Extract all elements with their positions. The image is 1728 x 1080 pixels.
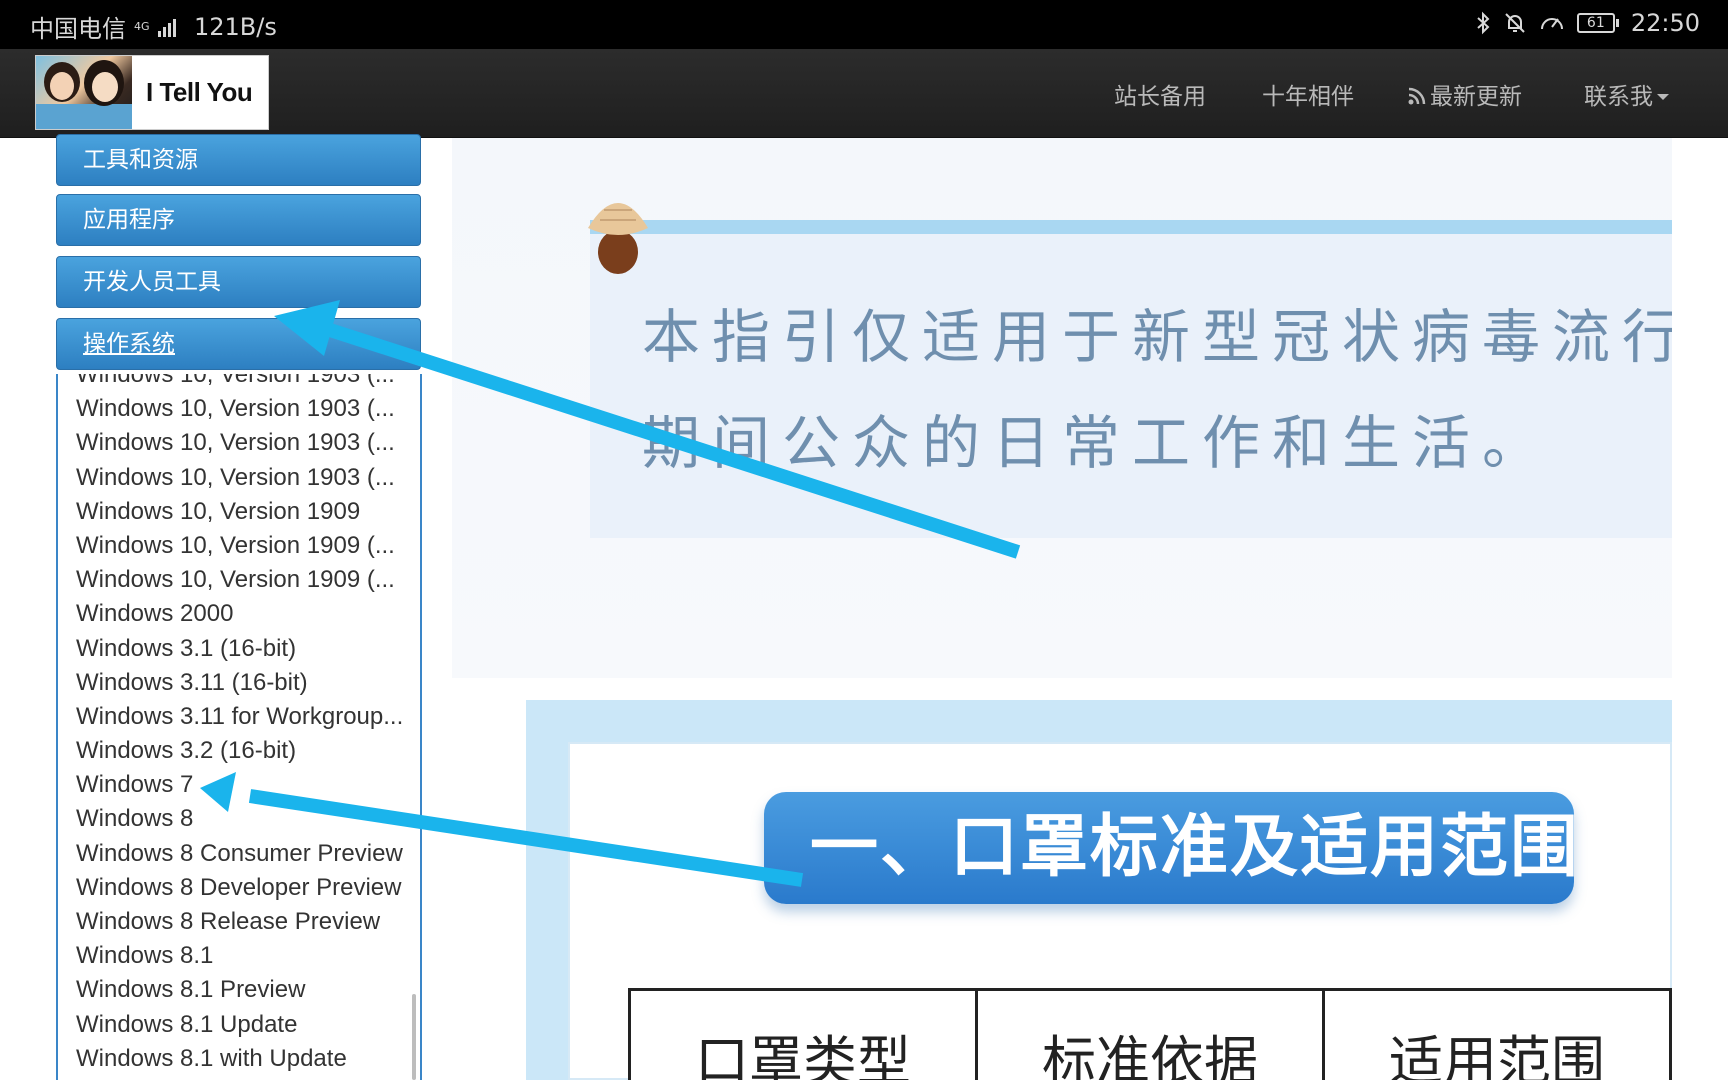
- mute-bell-icon: [1505, 13, 1525, 33]
- os-list-item[interactable]: Windows 8.1 Update: [76, 1008, 403, 1042]
- os-list-item[interactable]: Windows 8 Developer Preview: [76, 871, 403, 905]
- category-apps[interactable]: 应用程序: [56, 194, 421, 246]
- nav-item-backup[interactable]: 站长备用: [1114, 77, 1206, 111]
- table-header-cell: 口罩类型: [631, 991, 978, 1080]
- bluetooth-icon: [1477, 11, 1490, 35]
- category-label: 开发人员工具: [83, 269, 221, 295]
- network-speed: 121B/s: [194, 12, 277, 41]
- os-list[interactable]: Windows 10, Version 1903 (... Windows 10,…: [56, 374, 422, 1080]
- nav-item-contact-label: 联系我: [1584, 84, 1653, 110]
- scrollbar-thumb[interactable]: [412, 994, 416, 1080]
- nav-item-latest[interactable]: 最新更新: [1408, 77, 1522, 111]
- category-dev-tools[interactable]: 开发人员工具: [56, 256, 421, 308]
- category-tools[interactable]: 工具和资源: [56, 134, 421, 186]
- table-header-cell: 适用范围: [1389, 1030, 1605, 1080]
- os-list-item[interactable]: Windows 8 Release Preview: [76, 905, 403, 939]
- notice-box: 本指引仅适用于新型冠状病毒流行 期间公众的日常工作和生活。: [590, 220, 1672, 538]
- os-list-item[interactable]: Windows 8: [76, 802, 403, 836]
- speedometer-icon: [1540, 18, 1563, 30]
- battery-icon: 61: [1576, 13, 1619, 33]
- os-list-item[interactable]: Windows 7: [76, 768, 403, 802]
- os-list-item[interactable]: Windows 10, Version 1909 (...: [76, 563, 403, 597]
- category-os[interactable]: 操作系统: [56, 318, 421, 370]
- category-label: 工具和资源: [83, 147, 198, 173]
- notice-line-1: 本指引仅适用于新型冠状病毒流行: [642, 303, 1672, 371]
- site-logo[interactable]: I Tell You: [35, 55, 269, 130]
- clock: 22:50: [1630, 9, 1700, 37]
- sidebar: 工具和资源 应用程序 开发人员工具 操作系统 Windows 10, Versi…: [56, 134, 422, 1080]
- os-list-item[interactable]: Windows 8.1: [76, 939, 403, 973]
- logo-title: I Tell You: [146, 77, 253, 107]
- category-label: 应用程序: [83, 207, 175, 233]
- nav-item-contact[interactable]: 联系我: [1584, 77, 1669, 111]
- os-list-item[interactable]: Windows 8 Consumer Preview: [76, 837, 403, 871]
- signal-icon: [158, 17, 176, 37]
- chevron-down-icon: [1657, 94, 1669, 100]
- os-list-item[interactable]: Windows 3.11 for Workgroup...: [76, 700, 403, 734]
- section-title-banner: 一、口罩标准及适用范围: [764, 792, 1578, 904]
- nav-item-ten-years[interactable]: 十年相伴: [1262, 77, 1354, 111]
- os-list-item[interactable]: Windows 10, Version 1903 (...: [76, 374, 403, 392]
- os-list-item[interactable]: Windows 2000: [76, 597, 403, 631]
- os-list-item[interactable]: Windows 3.2 (16-bit): [76, 734, 403, 768]
- os-list-item[interactable]: Windows 8.1 Preview: [76, 973, 403, 1007]
- os-list-item[interactable]: Windows 3.1 (16-bit): [76, 632, 403, 666]
- os-list-item[interactable]: Windows 10, Version 1903 (...: [76, 461, 403, 495]
- os-list-item[interactable]: Windows 8.1 with Update: [76, 1042, 403, 1076]
- network-type: 4G: [134, 19, 150, 33]
- nav-item-latest-label: 最新更新: [1430, 84, 1522, 110]
- carrier-label: 中国电信: [30, 15, 126, 43]
- os-list-item[interactable]: Windows 10, Version 1903 (...: [76, 392, 403, 426]
- rss-icon: [1408, 87, 1426, 105]
- battery-level: 61: [1576, 13, 1615, 33]
- top-navbar: I Tell You 站长备用 十年相伴 最新更新 联系我: [0, 49, 1728, 138]
- os-list-item[interactable]: Windows 3.11 (16-bit): [76, 666, 403, 700]
- notice-line-2: 期间公众的日常工作和生活。: [642, 409, 1553, 477]
- category-label: 操作系统: [83, 331, 175, 357]
- status-bar: 中国电信 4G 121B/s 61 22:50: [0, 0, 1728, 49]
- os-list-item[interactable]: Windows 10, Version 1903 (...: [76, 426, 403, 460]
- acorn-icon: [588, 203, 648, 274]
- os-list-item[interactable]: Windows 10, Version 1909: [76, 495, 403, 529]
- content-area: 本指引仅适用于新型冠状病毒流行 期间公众的日常工作和生活。 一、口罩标准及适用范…: [452, 138, 1672, 1080]
- table-header-cell: 标准依据: [978, 991, 1325, 1080]
- os-list-item[interactable]: Windows 10, Version 1909 (...: [76, 529, 403, 563]
- mask-table-header: 口罩类型 标准依据 适用范围: [628, 988, 1672, 1080]
- logo-photo: [36, 56, 132, 129]
